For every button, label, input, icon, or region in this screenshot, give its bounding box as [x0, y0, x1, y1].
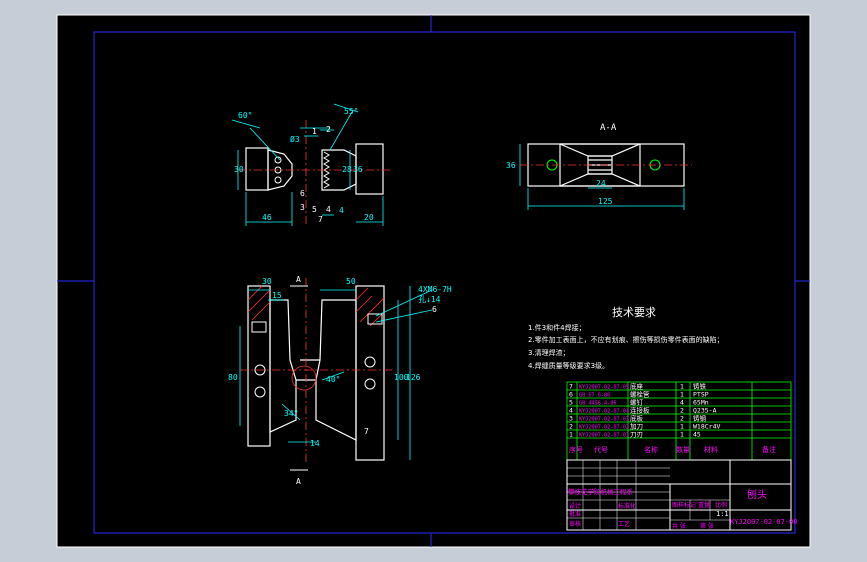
v3-dim-15: 15: [272, 291, 282, 300]
v3-dim-80: 80: [228, 373, 238, 382]
parts-row-7-qty: 1: [680, 383, 684, 391]
angle-right-label: 55°: [344, 107, 358, 116]
parts-row-5-material: 65Mn: [693, 399, 709, 407]
parts-row-2-code: KYJ2007-02-07-02: [579, 425, 629, 431]
part-no-6: 6: [300, 189, 305, 198]
label-standardization: 标准化: [618, 502, 636, 510]
dim-20: 20: [364, 213, 374, 222]
parts-row-7-code: KYJ2007-02-07-05: [579, 385, 629, 391]
dim-4: 4: [339, 206, 344, 215]
parts-row-4-material: Q235-A: [693, 407, 717, 415]
v3-part-no-7: 7: [364, 427, 369, 436]
parts-row-3-no: 3: [569, 415, 573, 423]
drawing-number: KYJ2007-02-07-00: [730, 518, 797, 526]
part-no-2: 2: [326, 125, 331, 134]
parts-header-note: 备注: [762, 445, 776, 454]
section-mark-a-bottom: A: [296, 477, 301, 486]
v3-angle-34: 34°: [284, 409, 298, 418]
label-scale: 比例: [715, 501, 727, 509]
label-process: 工艺: [618, 520, 630, 528]
parts-row-6-code: GB 57.6-86: [579, 393, 610, 399]
parts-row-1-material: 45: [693, 431, 701, 439]
parts-row-2-material: W18Cr4V: [693, 423, 720, 431]
parts-row-7-name: 底座: [630, 382, 644, 391]
label-total-sheets: 共 张: [672, 522, 686, 530]
parts-row-6-qty: 1: [680, 391, 684, 399]
parts-row-6-name: 螺栓管: [630, 390, 650, 399]
part-no-5: 5: [312, 205, 317, 214]
parts-header-qty: 数量: [676, 445, 690, 454]
parts-row-3-code: KYJ2007-02-07-03: [579, 417, 629, 423]
label-approve: 批准: [569, 510, 581, 518]
dim-28: 28: [342, 165, 352, 174]
part-no-1: 1: [312, 127, 317, 136]
parts-row-5-name: 螺钉: [630, 398, 644, 407]
drawing-name: 刨头: [747, 488, 767, 501]
parts-row-1-code: KYJ2007-02-07-01: [579, 433, 629, 439]
parts-row-4-qty: 2: [680, 407, 684, 415]
v3-dim-30: 30: [262, 277, 272, 286]
parts-header-name: 名称: [644, 445, 658, 454]
v3-dim-50: 50: [346, 277, 356, 286]
requirement-3: 3.清理焊渣；: [528, 348, 570, 357]
label-design: 设计: [569, 502, 581, 510]
parts-row-3-name: 底板: [630, 414, 644, 423]
parts-row-1-name: 刀刃: [630, 431, 643, 439]
parts-header-material: 材料: [704, 445, 718, 454]
parts-row-3-qty: 2: [680, 415, 684, 423]
part-no-7: 7: [318, 215, 323, 224]
company-name: 攀枝花学院机械工程系: [568, 487, 634, 496]
section-mark-a-top: A: [296, 275, 301, 284]
label-weight: 重量: [698, 501, 710, 509]
label-drawing-mark: 图样标记: [672, 501, 696, 509]
aa-dim-24: 24: [596, 179, 606, 188]
section-title: A-A: [600, 123, 617, 133]
v3-dim-14: 14: [310, 439, 320, 448]
parts-row-6-no: 6: [569, 391, 573, 399]
requirement-1: 1.件3和件4焊接；: [528, 323, 586, 332]
part-no-3: 3: [300, 203, 305, 212]
parts-row-1-qty: 1: [680, 431, 684, 439]
v3-dim-126: 126: [406, 373, 421, 382]
parts-row-6-material: PTSP: [693, 391, 709, 399]
parts-row-2-qty: 1: [680, 423, 684, 431]
parts-row-4-name: 连接板: [630, 406, 650, 415]
dim-30: 30: [234, 165, 244, 174]
dim-46: 46: [262, 213, 272, 222]
parts-row-2-name: 加刀: [630, 422, 643, 431]
parts-row-1-no: 1: [569, 431, 573, 439]
angle-left-label: 60°: [238, 111, 252, 120]
drawing-sheet: [57, 15, 810, 547]
parts-row-2-no: 2: [569, 423, 573, 431]
parts-row-5-no: 5: [569, 399, 573, 407]
requirement-4: 4.焊缝质量等级要求3级。: [528, 361, 609, 370]
parts-row-5-code: GB 4456.4-86: [579, 401, 616, 407]
aa-dim-125: 125: [598, 197, 613, 206]
thread-label: 4XM6-7H: [418, 285, 452, 294]
parts-header-no: 序号: [569, 445, 583, 454]
part-no-4: 4: [326, 205, 331, 214]
requirement-2: 2.零件加工表面上，不应有划痕、擦伤等损伤零件表面的缺陷；: [528, 335, 724, 344]
phi-label: Ø3: [290, 134, 300, 144]
dim-36: 36: [353, 165, 363, 174]
parts-row-3-material: 铸钢: [693, 414, 707, 423]
thread-depth-label: 孔↓14: [418, 295, 441, 304]
parts-row-4-no: 4: [569, 407, 573, 415]
v3-angle-40: 40°: [326, 375, 340, 384]
aa-dim-36: 36: [506, 161, 516, 170]
scale-value: 1:1: [716, 510, 729, 518]
label-review: 审核: [569, 520, 581, 528]
label-sheet-no: 第 张: [700, 522, 714, 530]
parts-row-7-no: 7: [569, 383, 573, 391]
parts-header-code: 代号: [594, 445, 608, 454]
drawing-canvas: 60° 55° Ø3 46 30 4 20 28 36 1 2 3 4 5 6 …: [56, 14, 811, 548]
requirements-title: 技术要求: [612, 306, 656, 319]
v3-part-no-6: 6: [432, 305, 437, 314]
parts-row-5-qty: 4: [680, 399, 684, 407]
parts-row-4-code: KYJ2007-02-07-04: [579, 409, 629, 415]
parts-row-7-material: 铸铁: [693, 382, 707, 391]
